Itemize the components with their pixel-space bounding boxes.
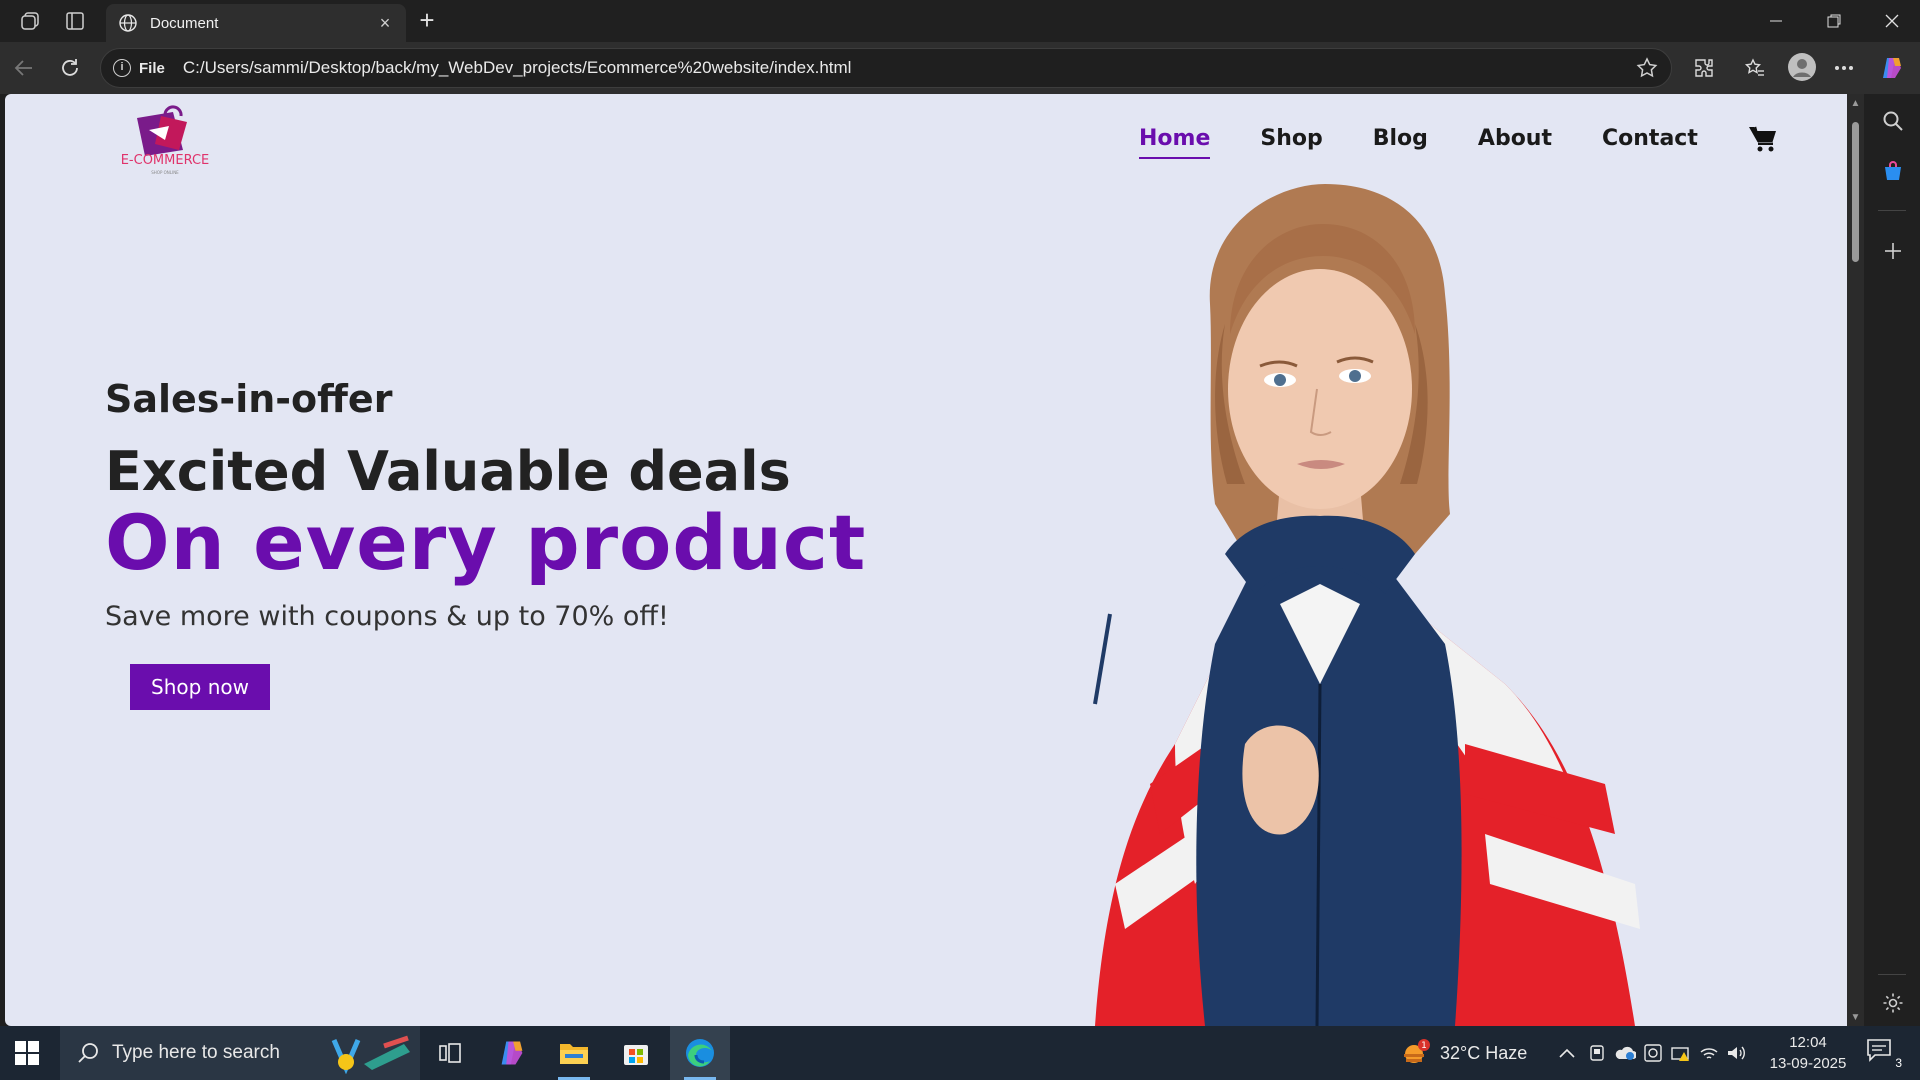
divider xyxy=(1878,974,1906,975)
system-tray xyxy=(1556,1026,1748,1080)
nav-shop[interactable]: Shop xyxy=(1260,126,1322,151)
clock-date: 13-09-2025 xyxy=(1769,1055,1847,1072)
weather-text: 32°C Haze xyxy=(1440,1042,1528,1063)
address-bar-row: i File C:/Users/sammi/Desktop/back/my_We… xyxy=(0,42,1920,94)
file-explorer-icon[interactable] xyxy=(544,1026,604,1080)
hero-headline: Excited Valuable deals xyxy=(105,440,791,503)
new-tab-button[interactable]: + xyxy=(414,7,440,34)
search-highlight-icon[interactable] xyxy=(324,1034,414,1074)
meet-now-icon[interactable] xyxy=(1586,1042,1608,1064)
logo-tagline: SHOP ONLINE xyxy=(151,170,179,175)
hero-highlight: On every product xyxy=(105,498,867,587)
security-icon[interactable] xyxy=(1642,1042,1664,1064)
ecommerce-logo[interactable]: E-COMMERCE SHOP ONLINE xyxy=(115,104,215,178)
minimize-button[interactable] xyxy=(1756,8,1796,34)
chevron-up-icon[interactable] xyxy=(1556,1042,1578,1064)
task-view-icon[interactable] xyxy=(420,1026,480,1080)
scroll-thumb[interactable] xyxy=(1852,122,1859,262)
add-icon[interactable] xyxy=(1880,238,1906,264)
nav-about[interactable]: About xyxy=(1478,126,1552,151)
hero-kicker: Sales-in-offer xyxy=(105,377,393,421)
address-field[interactable]: i File C:/Users/sammi/Desktop/back/my_We… xyxy=(100,48,1672,88)
tab-title: Document xyxy=(150,14,219,32)
search-placeholder: Type here to search xyxy=(112,1042,280,1063)
scrollbar[interactable]: ▲ ▼ xyxy=(1847,94,1864,1026)
side-panel xyxy=(1864,94,1920,1026)
profile-avatar[interactable] xyxy=(1786,51,1818,83)
shopping-cart-icon[interactable] xyxy=(1748,124,1778,152)
info-icon[interactable]: i xyxy=(113,59,131,77)
extensions-icon[interactable] xyxy=(1690,54,1718,82)
browser-tab[interactable]: Document × xyxy=(106,4,406,42)
logo-text: E-COMMERCE xyxy=(121,153,210,168)
globe-icon xyxy=(119,14,137,32)
taskbar-search-box[interactable]: Type here to search xyxy=(60,1026,420,1080)
volume-icon[interactable] xyxy=(1726,1042,1748,1064)
copilot-icon[interactable] xyxy=(1878,54,1906,82)
workspaces-icon[interactable] xyxy=(18,9,42,33)
back-button[interactable] xyxy=(10,54,38,82)
notification-center-icon[interactable]: 3 xyxy=(1866,1038,1902,1070)
scroll-down-arrow[interactable]: ▼ xyxy=(1850,1012,1861,1023)
close-window-button[interactable] xyxy=(1872,8,1912,34)
clock[interactable]: 12:04 13-09-2025 xyxy=(1766,1032,1850,1074)
hero-model-image xyxy=(1093,184,1640,1026)
web-page: E-COMMERCE SHOP ONLINE Home Shop Blog Ab… xyxy=(5,94,1847,1026)
settings-gear-icon[interactable] xyxy=(1880,990,1906,1016)
title-bar: Document × + xyxy=(0,0,1920,42)
scroll-up-arrow[interactable]: ▲ xyxy=(1850,98,1861,109)
weather-badge: 1 xyxy=(1421,1041,1427,1051)
nav-contact[interactable]: Contact xyxy=(1602,126,1698,151)
refresh-button[interactable] xyxy=(56,54,84,82)
microsoft-store-icon[interactable] xyxy=(606,1026,666,1080)
taskbar: Type here to search 1 32°C Haze 12:04 13… xyxy=(0,1026,1920,1080)
favorites-icon[interactable] xyxy=(1741,54,1769,82)
search-icon[interactable] xyxy=(1880,108,1906,134)
vertical-tabs-icon[interactable] xyxy=(63,9,87,33)
weather-haze-icon: 1 xyxy=(1404,1039,1430,1063)
close-tab-icon[interactable]: × xyxy=(376,14,394,32)
url-text[interactable]: C:/Users/sammi/Desktop/back/my_WebDev_pr… xyxy=(183,58,1635,78)
edge-browser-icon[interactable] xyxy=(670,1026,730,1080)
more-options-icon[interactable] xyxy=(1830,54,1858,82)
url-scheme: File xyxy=(139,59,165,77)
battery-warning-icon[interactable] xyxy=(1670,1042,1692,1064)
onedrive-icon[interactable] xyxy=(1614,1042,1636,1064)
wifi-icon[interactable] xyxy=(1698,1042,1720,1064)
favorite-star-icon[interactable] xyxy=(1635,56,1659,80)
nav-home[interactable]: Home xyxy=(1139,126,1211,159)
hero-subtitle: Save more with coupons & up to 70% off! xyxy=(105,601,669,632)
copilot-app-icon[interactable] xyxy=(482,1026,542,1080)
divider xyxy=(1878,210,1906,211)
main-nav: Home Shop Blog About Contact xyxy=(1139,124,1778,159)
search-icon xyxy=(78,1043,98,1063)
shopping-icon[interactable] xyxy=(1880,158,1906,184)
nav-blog[interactable]: Blog xyxy=(1373,126,1428,151)
windows-start-icon[interactable] xyxy=(14,1040,40,1066)
weather-widget[interactable]: 1 32°C Haze xyxy=(1400,1026,1527,1080)
shop-now-button[interactable]: Shop now xyxy=(130,664,270,710)
clock-time: 12:04 xyxy=(1789,1034,1827,1051)
notification-count: 3 xyxy=(1895,1056,1902,1070)
restore-button[interactable] xyxy=(1814,8,1854,34)
